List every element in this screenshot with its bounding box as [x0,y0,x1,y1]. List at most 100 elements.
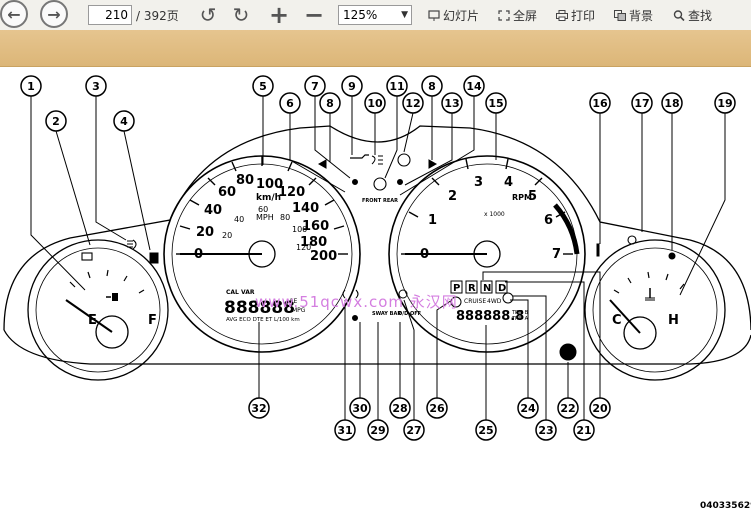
callout-13: 13 [441,92,463,114]
background-label: 背景 [629,9,654,23]
callout-32: 32 [248,397,270,419]
svg-text:3: 3 [92,80,100,93]
battery-icon [81,252,93,261]
tach-label-0: 0 [420,247,429,262]
airbag-rear-label: REAR [383,198,398,204]
callout-23: 23 [535,419,557,441]
tach-label-1: 1 [428,213,437,228]
callout-25: 25 [475,419,497,441]
speed-unit-kmh: km/h [256,193,281,203]
tach-label-7: 7 [552,247,561,262]
svg-text:20: 20 [592,402,608,415]
coolant-temp-warning-icon [596,243,600,257]
tach-rpm-label: RPM [512,193,532,202]
speed-label-80: 80 [236,173,254,188]
fullscreen-button[interactable]: 全屏 [498,7,537,24]
callout-2: 2 [45,110,67,132]
kmh-label-40: 40 [234,215,244,224]
callout-5: 5 [252,75,274,97]
callout-18: 18 [661,92,683,114]
slideshow-icon [428,10,440,21]
transmission-warning-icon [502,292,514,304]
fullscreen-label: 全屏 [513,9,538,23]
forward-button[interactable]: → [40,0,68,28]
callout-31: 31 [334,419,356,441]
callout-14: 14 [463,75,485,97]
kmh-label-100: 100 [292,225,307,234]
svg-text:23: 23 [538,424,553,437]
callout-6: 6 [279,92,301,114]
kmh-label-20: 20 [222,231,232,240]
callout-28: 28 [389,397,411,419]
turn-signal-right-icon [428,159,438,169]
airbag-warning-icon [397,179,403,185]
rear-fog-light-icon [627,235,637,245]
fuel-low-icon [149,252,159,264]
rotate-left-button[interactable]: ↺ [196,3,220,27]
callout-4: 4 [113,110,135,132]
svg-text:9: 9 [348,80,356,93]
rotate-right-button[interactable]: ↻ [229,3,253,27]
callout-10: 10 [364,92,386,114]
svg-text:18: 18 [664,97,679,110]
svg-text:7: 7 [311,80,319,93]
callout-30: 30 [349,397,371,419]
svg-text:25: 25 [478,424,493,437]
callout-8-right: 8 [421,75,443,97]
back-button[interactable]: ← [0,0,28,28]
callout-1: 1 [20,75,42,97]
background-button[interactable]: 背景 [614,7,653,24]
svg-text:27: 27 [406,424,421,437]
svg-text:11: 11 [389,80,404,93]
find-button[interactable]: 查找 [673,7,712,24]
passenger-airbag-off-icon [352,315,358,321]
watermark-text: www.51qcwx.com 永汉网 [255,293,458,311]
headlamp-high-beam-icon [371,155,383,165]
svg-text:16: 16 [592,97,608,110]
callout-11: 11 [386,75,408,97]
kmh-label-120: 120 [296,243,311,252]
tach-label-6: 6 [544,213,553,228]
slideshow-button[interactable]: 幻灯片 [428,7,479,24]
prnd-r: R [468,283,476,294]
zoom-value: 125% [343,8,378,22]
callout-15: 15 [485,92,507,114]
print-button[interactable]: 打印 [556,7,595,24]
svg-text:17: 17 [634,97,649,110]
fuel-pump-small-icon [106,293,118,301]
search-icon [673,10,685,21]
svg-text:12: 12 [405,97,420,110]
svg-text:22: 22 [560,402,575,415]
callout-9: 9 [341,75,363,97]
svg-text:28: 28 [392,402,407,415]
front-fog-light-icon [127,239,137,250]
tachometer-labels: 0 1 2 3 4 5 6 7 RPM x 1000 [420,175,561,262]
speed-label-40: 40 [204,203,222,218]
oil-pressure-icon [350,154,369,159]
kmh-label-80: 80 [280,213,290,222]
callout-20: 20 [589,397,611,419]
temp-gauge-bezel [584,239,726,381]
svg-text:1: 1 [27,80,35,93]
zoom-out-button[interactable]: − [302,1,326,29]
figure-reference-code: 040335629 [700,501,751,511]
svg-text:31: 31 [337,424,352,437]
evic-caption: CAL VAR [226,289,255,296]
zoom-select[interactable]: 125% ▼ [338,5,412,25]
svg-text:10: 10 [367,97,383,110]
svg-text:8: 8 [326,97,334,110]
airbag-front-label: FRONT [362,198,382,204]
callout-7: 7 [304,75,326,97]
fullscreen-icon [498,10,510,21]
svg-text:14: 14 [466,80,482,93]
page-total: / 392页 [136,9,179,23]
zoom-in-button[interactable]: + [267,1,291,29]
print-icon [556,10,568,21]
svg-text:21: 21 [576,424,591,437]
prnd-n: N [483,283,491,294]
temp-gauge-ticks [613,271,685,294]
callout-27: 27 [403,419,425,441]
page-number-input[interactable]: 210 [88,5,132,25]
speed-label-120: 120 [278,185,305,200]
odometer-display: P R N D CRUISE 4WD 888888.8 TRIP B TRIP … [450,280,529,324]
